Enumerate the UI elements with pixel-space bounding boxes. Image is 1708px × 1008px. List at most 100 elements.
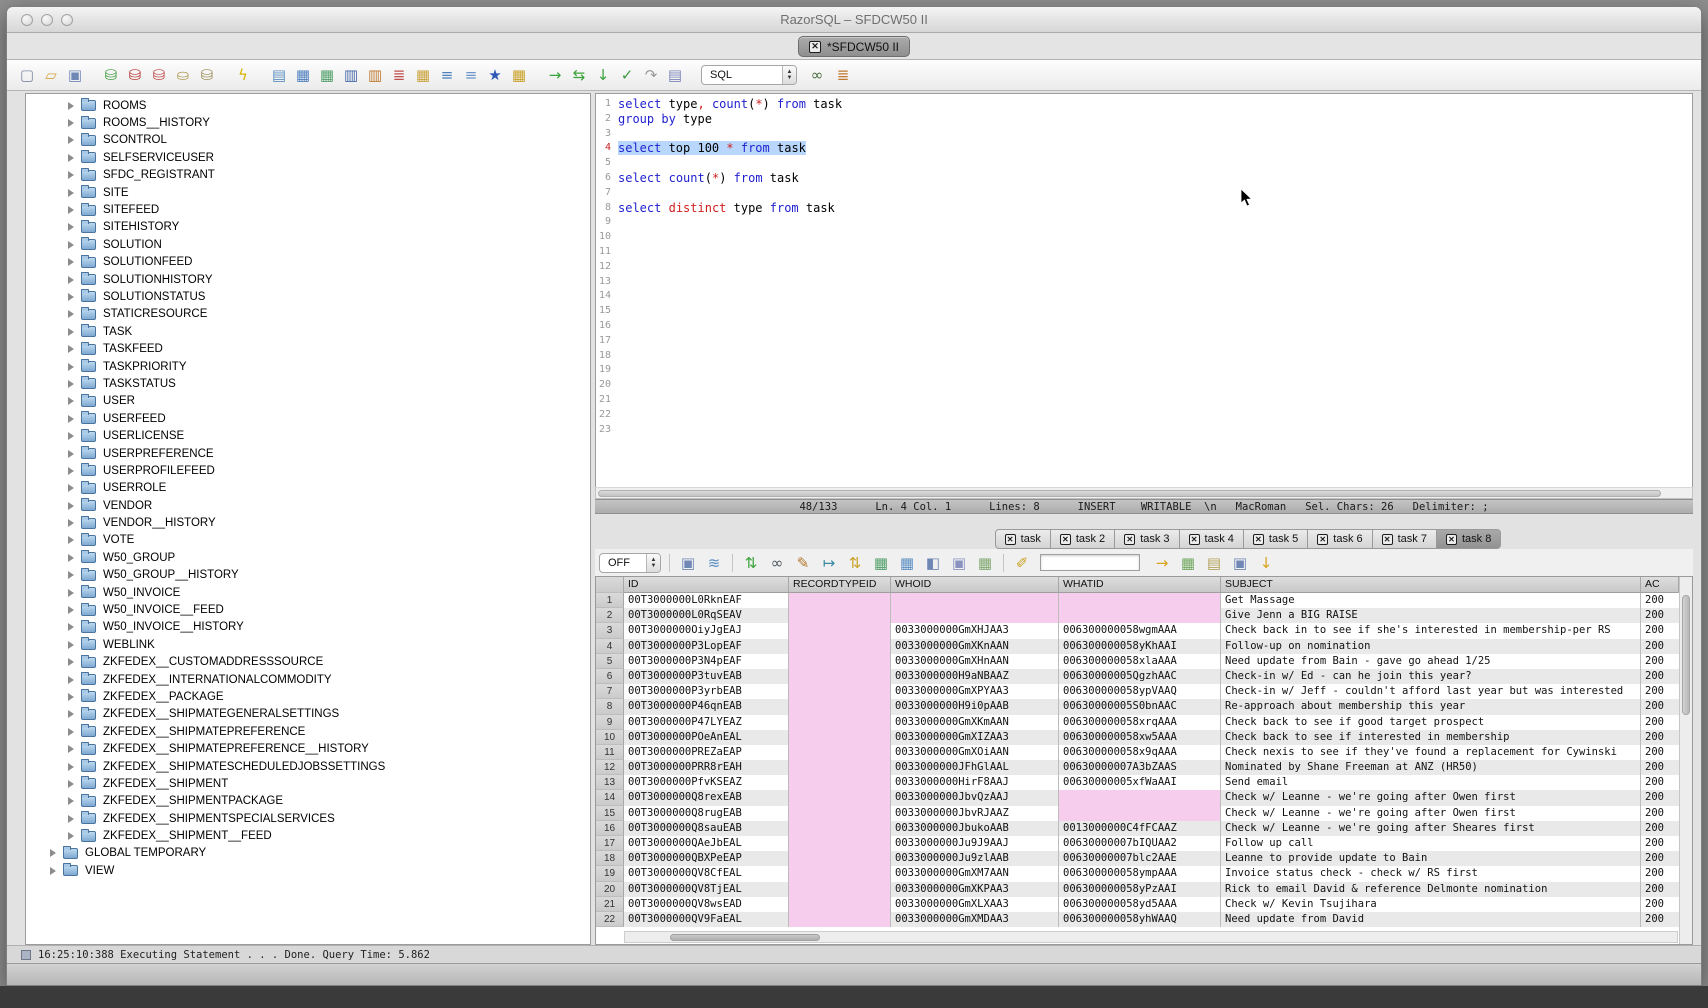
grid-cell[interactable]: 0033000000GmXPYAA3 <box>891 684 1059 699</box>
tree-item-solutionstatus[interactable]: SOLUTIONSTATUS <box>26 288 590 305</box>
disclosure-triangle-icon[interactable] <box>68 171 74 179</box>
disclosure-triangle-icon[interactable] <box>68 206 74 214</box>
column-header-id[interactable]: ID <box>624 577 789 593</box>
disclosure-triangle-icon[interactable] <box>68 832 74 840</box>
sort-rows-icon[interactable]: ⇅ <box>845 553 865 573</box>
grid-cell[interactable] <box>789 669 891 684</box>
editor-line-5[interactable]: 5 <box>596 156 1692 171</box>
row-number-cell[interactable]: 18 <box>596 851 624 866</box>
grid-cell[interactable]: Nominated by Shane Freeman at ANZ (HR50) <box>1221 760 1641 775</box>
disclosure-triangle-icon[interactable] <box>68 693 74 701</box>
grid-cell[interactable]: 00630000007bIQUAA2 <box>1059 836 1221 851</box>
paste-cells-icon[interactable]: ▦ <box>975 553 995 573</box>
grid-cell[interactable]: 200 <box>1641 775 1679 790</box>
disclosure-triangle-icon[interactable] <box>68 241 74 249</box>
go-arrow-icon[interactable]: → <box>1152 553 1172 573</box>
table-arrow-icon[interactable]: ▦ <box>413 65 433 85</box>
copy-cells-icon[interactable]: ▣ <box>949 553 969 573</box>
tree-item-taskpriority[interactable]: TASKPRIORITY <box>26 358 590 375</box>
grid-cell[interactable] <box>789 745 891 760</box>
disclosure-triangle-icon[interactable] <box>68 310 74 318</box>
row-number-cell[interactable]: 8 <box>596 699 624 714</box>
row-number-cell[interactable]: 7 <box>596 684 624 699</box>
disclosure-triangle-icon[interactable] <box>68 502 74 510</box>
grid-cell[interactable] <box>891 608 1059 623</box>
tab-close-icon[interactable]: ✕ <box>1189 534 1200 545</box>
describe-glasses-icon[interactable]: ∞ <box>807 65 827 85</box>
grid-cell[interactable]: 006300000058yd5AAA <box>1059 897 1221 912</box>
disclosure-triangle-icon[interactable] <box>68 815 74 823</box>
result-tab-task-5[interactable]: ✕task 5 <box>1243 529 1308 549</box>
grid-cell[interactable] <box>789 608 891 623</box>
grid-cell[interactable]: 200 <box>1641 851 1679 866</box>
view-list-icon[interactable]: ≣ <box>833 65 853 85</box>
grid-cell[interactable]: Follow-up on nomination <box>1221 639 1641 654</box>
tree-item-zkfedex__shipmatepreference__history[interactable]: ZKFEDEX__SHIPMATEPREFERENCE__HISTORY <box>26 740 590 757</box>
row-number-cell[interactable]: 16 <box>596 821 624 836</box>
tab-close-icon[interactable]: ✕ <box>1446 534 1457 545</box>
grid-cell[interactable]: 200 <box>1641 790 1679 805</box>
grid-cell[interactable]: Check-in w/ Ed - can he join this year? <box>1221 669 1641 684</box>
tab-close-icon[interactable]: ✕ <box>1253 534 1264 545</box>
grid-cell[interactable]: 0033000000GmXM7AAN <box>891 866 1059 881</box>
format-lines-icon[interactable]: ≡ <box>437 65 457 85</box>
disclosure-triangle-icon[interactable] <box>68 536 74 544</box>
table-star-icon[interactable]: ▦ <box>509 65 529 85</box>
tree-item-sitefeed[interactable]: SITEFEED <box>26 201 590 218</box>
grid-cell[interactable]: 00T3000000QV9FaEAL <box>624 912 789 927</box>
tree-item-zkfedex__shipment__feed[interactable]: ZKFEDEX__SHIPMENT__FEED <box>26 827 590 844</box>
editor-line-9[interactable]: 9 <box>596 215 1692 230</box>
grid-cell[interactable]: 006300000058xw5AAA <box>1059 730 1221 745</box>
grid-cell[interactable]: 200 <box>1641 639 1679 654</box>
grid-cell[interactable]: 0033000000JFhGlAAL <box>891 760 1059 775</box>
tree-item-zkfedex__customaddresssource[interactable]: ZKFEDEX__CUSTOMADDRESSSOURCE <box>26 654 590 671</box>
disclosure-triangle-icon[interactable] <box>68 606 74 614</box>
loop-arrows-icon[interactable]: ⇆ <box>569 65 589 85</box>
tree-item-zkfedex__package[interactable]: ZKFEDEX__PACKAGE <box>26 688 590 705</box>
grid-cell[interactable]: 006300000058ypVAAQ <box>1059 684 1221 699</box>
disclosure-triangle-icon[interactable] <box>68 363 74 371</box>
grid-cell[interactable]: 200 <box>1641 608 1679 623</box>
grid-cell[interactable]: 00630000007blc2AAE <box>1059 851 1221 866</box>
editor-line-6[interactable]: 6select count(*) from task <box>596 171 1692 186</box>
disclosure-triangle-icon[interactable] <box>68 345 74 353</box>
editor-line-14[interactable]: 14 <box>596 289 1692 304</box>
table-generate-icon[interactable]: ▦ <box>317 65 337 85</box>
column-header-whoid[interactable]: WHOID <box>891 577 1059 593</box>
grid-cell[interactable] <box>789 760 891 775</box>
document-tab[interactable]: ✕ *SFDCW50 II <box>798 36 910 57</box>
editor-line-15[interactable]: 15 <box>596 304 1692 319</box>
result-tab-task-8[interactable]: ✕task 8 <box>1436 529 1501 549</box>
grid-cell[interactable]: 00T3000000Q8rexEAB <box>624 790 789 805</box>
insert-row-icon[interactable]: ↦ <box>819 553 839 573</box>
result-tab-task-3[interactable]: ✕task 3 <box>1114 529 1179 549</box>
grid-cell[interactable]: 00T3000000QV8TjEAL <box>624 882 789 897</box>
disclosure-triangle-icon[interactable] <box>50 849 56 857</box>
export-table-icon[interactable]: ▦ <box>1178 553 1198 573</box>
tree-item-w50_invoice__feed[interactable]: W50_INVOICE__FEED <box>26 601 590 618</box>
tree-item-solutionfeed[interactable]: SOLUTIONFEED <box>26 254 590 271</box>
grid-cell[interactable] <box>789 866 891 881</box>
editor-line-16[interactable]: 16 <box>596 319 1692 334</box>
disclosure-triangle-icon[interactable] <box>68 328 74 336</box>
grid-cell[interactable]: Check w/ Leanne - we're going after Owen… <box>1221 790 1641 805</box>
row-number-cell[interactable]: 10 <box>596 730 624 745</box>
filter-edit-icon[interactable]: ≋ <box>704 553 724 573</box>
grid-cell[interactable]: 00T3000000P3N4pEAF <box>624 654 789 669</box>
grid-cell[interactable] <box>1059 593 1221 608</box>
tree-item-vendor[interactable]: VENDOR <box>26 497 590 514</box>
grid-cell[interactable]: 200 <box>1641 654 1679 669</box>
column-header-recordtypeid[interactable]: RECORDTYPEID <box>789 577 891 593</box>
new-file-icon[interactable]: ▢ <box>17 65 37 85</box>
table-edit-icon[interactable]: ▦ <box>293 65 313 85</box>
disclosure-triangle-icon[interactable] <box>68 780 74 788</box>
editor-line-2[interactable]: 2group by type <box>596 112 1692 127</box>
grid-cell[interactable]: 200 <box>1641 593 1679 608</box>
grid-cell[interactable]: 200 <box>1641 715 1679 730</box>
disclosure-triangle-icon[interactable] <box>68 293 74 301</box>
row-number-cell[interactable]: 22 <box>596 912 624 927</box>
result-tab-task-6[interactable]: ✕task 6 <box>1307 529 1372 549</box>
commit-check-icon[interactable]: ✓ <box>617 65 637 85</box>
grid-cell[interactable]: 200 <box>1641 669 1679 684</box>
grid-cell[interactable] <box>789 897 891 912</box>
